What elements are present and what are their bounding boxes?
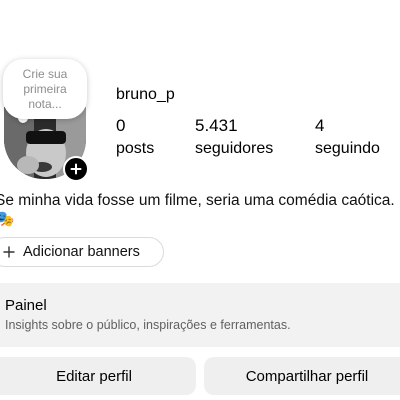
following-label[interactable]: seguindo (315, 140, 380, 158)
edit-profile-button[interactable]: Editar perfil (0, 357, 196, 395)
plus-icon (3, 246, 15, 258)
profile-username: bruno_p (116, 86, 175, 103)
dashboard-card[interactable] (0, 283, 400, 347)
add-story-button[interactable] (63, 156, 89, 182)
posts-label[interactable]: posts (116, 140, 154, 158)
dashboard-title: Painel (5, 297, 47, 314)
dashboard-subtitle: Insights sobre o público, inspirações e … (5, 318, 291, 332)
followers-label[interactable]: seguidores (195, 140, 273, 158)
add-banners-button[interactable]: Adicionar banners (0, 237, 164, 267)
edit-profile-label: Editar perfil (56, 367, 132, 385)
plus-icon (70, 163, 82, 175)
note-bubble[interactable]: Crie sua primeira nota... (3, 59, 87, 119)
profile-bio: Se minha vida fosse um filme, seria uma … (0, 192, 395, 228)
posts-count[interactable]: 0 (116, 116, 125, 136)
add-banners-label: Adicionar banners (23, 244, 140, 260)
note-placeholder: Crie sua primeira nota... (22, 66, 68, 111)
followers-count[interactable]: 5.431 (195, 116, 238, 136)
following-count[interactable]: 4 (315, 116, 324, 136)
share-profile-label: Compartilhar perfil (245, 367, 369, 385)
share-profile-button[interactable]: Compartilhar perfil (204, 357, 400, 395)
